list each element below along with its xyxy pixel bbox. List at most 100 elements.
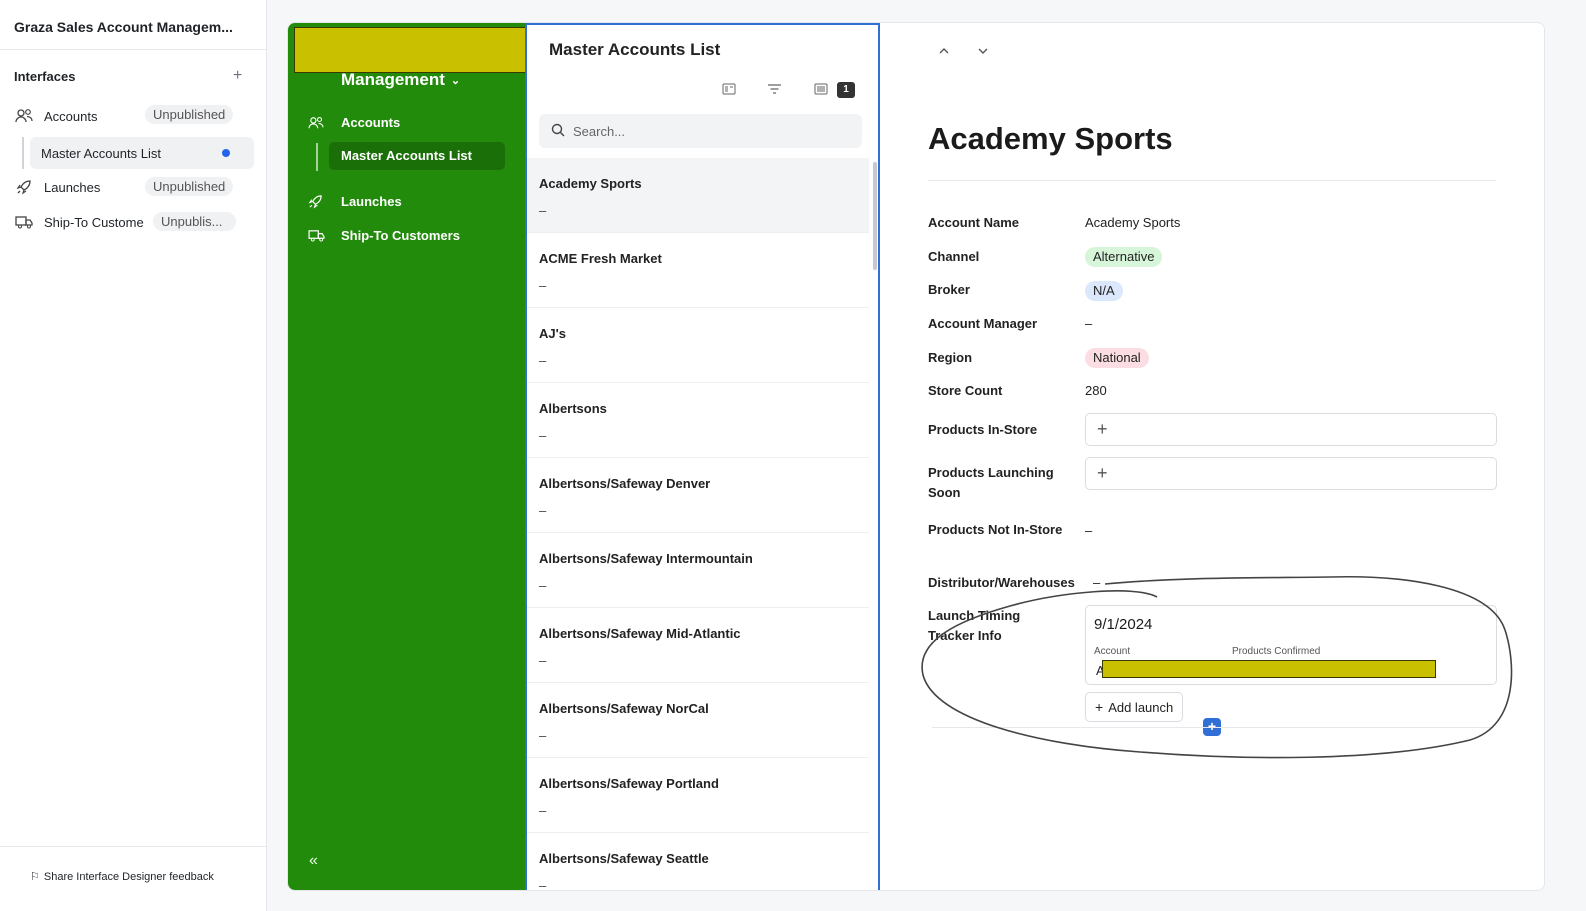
nav-item-accounts[interactable]: Accounts <box>308 115 400 130</box>
products-in-store-field[interactable]: + <box>1085 413 1497 446</box>
plus-icon: + <box>1095 699 1104 715</box>
divider <box>0 49 266 50</box>
divider <box>932 727 1492 728</box>
app-title-text: Management <box>341 70 445 89</box>
list-title: Master Accounts List <box>549 40 721 59</box>
channel-value[interactable]: Alternative <box>1085 247 1163 267</box>
designer-item-launches[interactable]: Launches <box>14 175 100 199</box>
truck-icon <box>308 229 326 242</box>
products-launching-field[interactable]: + <box>1085 457 1497 490</box>
launch-date: 9/1/2024 <box>1094 616 1153 633</box>
interface-preview: Management ⌄ Accounts Master Accounts Li… <box>287 22 1545 891</box>
app-title[interactable]: Management ⌄ <box>341 70 460 90</box>
row-sub: – <box>539 578 547 593</box>
field-label: Store Count <box>928 383 1003 398</box>
chevron-down-icon: ⌄ <box>450 74 461 87</box>
list-item[interactable]: ACME Fresh Market – <box>527 233 869 308</box>
nav-item-label: Launches <box>341 194 402 209</box>
designer-item-ship-to[interactable]: Ship-To Custome <box>14 210 144 234</box>
layout-icon[interactable] <box>722 83 736 98</box>
add-icon[interactable]: + <box>1097 463 1108 484</box>
field-label: Products Not In-Store <box>928 522 1063 537</box>
designer-sidebar: Graza Sales Account Managem... Interface… <box>0 0 267 911</box>
users-icon <box>308 116 326 130</box>
row-sub: – <box>539 428 547 443</box>
base-title[interactable]: Graza Sales Account Managem... <box>14 19 233 35</box>
list-rows: Academy Sports – ACME Fresh Market – AJ's –… <box>527 158 869 891</box>
divider <box>0 846 266 847</box>
page-label: Master Accounts List <box>41 146 161 161</box>
collapse-sidebar-icon[interactable]: « <box>309 852 318 870</box>
record-detail: Academy Sports Account Name Academy Spor… <box>880 23 1544 890</box>
nav-item-master-accounts-list[interactable]: Master Accounts List <box>329 142 505 170</box>
region-pill: National <box>1085 348 1149 368</box>
sort-count-badge: 1 <box>837 82 855 98</box>
field-label: Distributor/Warehouses <box>928 575 1075 590</box>
list-item[interactable]: Albertsons/Safeway Denver – <box>527 458 869 533</box>
broker-value[interactable]: N/A <box>1085 281 1123 301</box>
list-item[interactable]: Academy Sports – <box>527 158 869 233</box>
list-item[interactable]: AJ's – <box>527 308 869 383</box>
products-not-in-store-value[interactable]: – <box>1085 521 1092 541</box>
row-name: Albertsons <box>539 401 607 416</box>
list-item[interactable]: Albertsons/Safeway Portland – <box>527 758 869 833</box>
launch-record-card[interactable]: 9/1/2024 Account Products Confirmed A <box>1085 605 1497 685</box>
nav-item-ship-to-customers[interactable]: Ship-To Customers <box>308 228 460 243</box>
previous-record-icon[interactable] <box>938 43 950 58</box>
channel-pill: Alternative <box>1085 247 1163 267</box>
list-item[interactable]: Albertsons/Safeway Intermountain – <box>527 533 869 608</box>
account-manager-value[interactable]: – <box>1085 314 1092 334</box>
row-name: Albertsons/Safeway Portland <box>539 776 719 791</box>
row-sub: – <box>539 803 547 818</box>
add-icon[interactable]: + <box>1097 419 1108 440</box>
field-label: Launch Timing Tracker Info <box>928 608 1021 643</box>
add-launch-button[interactable]: + Add launch <box>1085 692 1184 722</box>
record-title: Academy Sports <box>928 121 1173 156</box>
distributor-value[interactable]: – <box>1093 573 1100 593</box>
nav-item-label: Accounts <box>341 115 401 130</box>
users-icon <box>14 107 34 125</box>
truck-icon <box>14 213 34 231</box>
app-sidebar: Management ⌄ Accounts Master Accounts Li… <box>288 23 536 890</box>
list-scrollbar[interactable] <box>873 162 877 270</box>
row-name: Albertsons/Safeway Denver <box>539 476 711 491</box>
interfaces-heading: Interfaces <box>14 69 76 84</box>
field-label: Region <box>928 350 973 365</box>
field-label: Products Launching Soon <box>928 465 1054 500</box>
account-name-value[interactable]: Academy Sports <box>1085 213 1180 233</box>
next-record-icon[interactable] <box>977 43 989 58</box>
store-count-value[interactable]: 280 <box>1085 381 1107 401</box>
row-name: Albertsons/Safeway Seattle <box>539 851 709 866</box>
unsaved-dot <box>222 149 230 157</box>
row-sub: – <box>539 353 547 368</box>
designer-item-label: Accounts <box>44 108 98 124</box>
list-item[interactable]: Albertsons – <box>527 383 869 458</box>
field-label: Account Manager <box>928 316 1038 331</box>
row-sub: – <box>539 878 547 891</box>
feedback-link[interactable]: ⚐ Share Interface Designer feedback <box>30 870 214 884</box>
designer-item-label: Ship-To Custome <box>44 214 144 230</box>
broker-pill: N/A <box>1085 281 1123 301</box>
list-item[interactable]: Albertsons/Safeway Seattle – <box>527 833 869 891</box>
status-badge: Unpublished <box>145 105 234 124</box>
row-name: AJ's <box>539 326 566 341</box>
designer-page-master-accounts[interactable]: Master Accounts List <box>30 137 254 169</box>
column-header: Account <box>1094 646 1131 657</box>
field-label: Products In-Store <box>928 422 1038 437</box>
list-item[interactable]: Albertsons/Safeway Mid-Atlantic – <box>527 608 869 683</box>
status-badge: Unpublished <box>145 177 234 196</box>
list-item[interactable]: Albertsons/Safeway NorCal – <box>527 683 869 758</box>
redaction-block <box>1102 660 1436 678</box>
sort-icon[interactable] <box>814 83 828 98</box>
nav-item-launches[interactable]: Launches <box>308 194 402 209</box>
row-name: Academy Sports <box>539 176 642 191</box>
designer-item-accounts[interactable]: Accounts <box>14 104 97 128</box>
region-value[interactable]: National <box>1085 348 1149 368</box>
tree-line <box>22 137 24 169</box>
flag-icon: ⚐ <box>30 871 40 883</box>
row-sub: – <box>539 203 547 218</box>
search-input[interactable]: Search... <box>539 114 862 148</box>
add-interface-icon[interactable]: + <box>233 67 242 85</box>
tree-line <box>316 143 318 171</box>
filter-icon[interactable] <box>767 83 782 98</box>
